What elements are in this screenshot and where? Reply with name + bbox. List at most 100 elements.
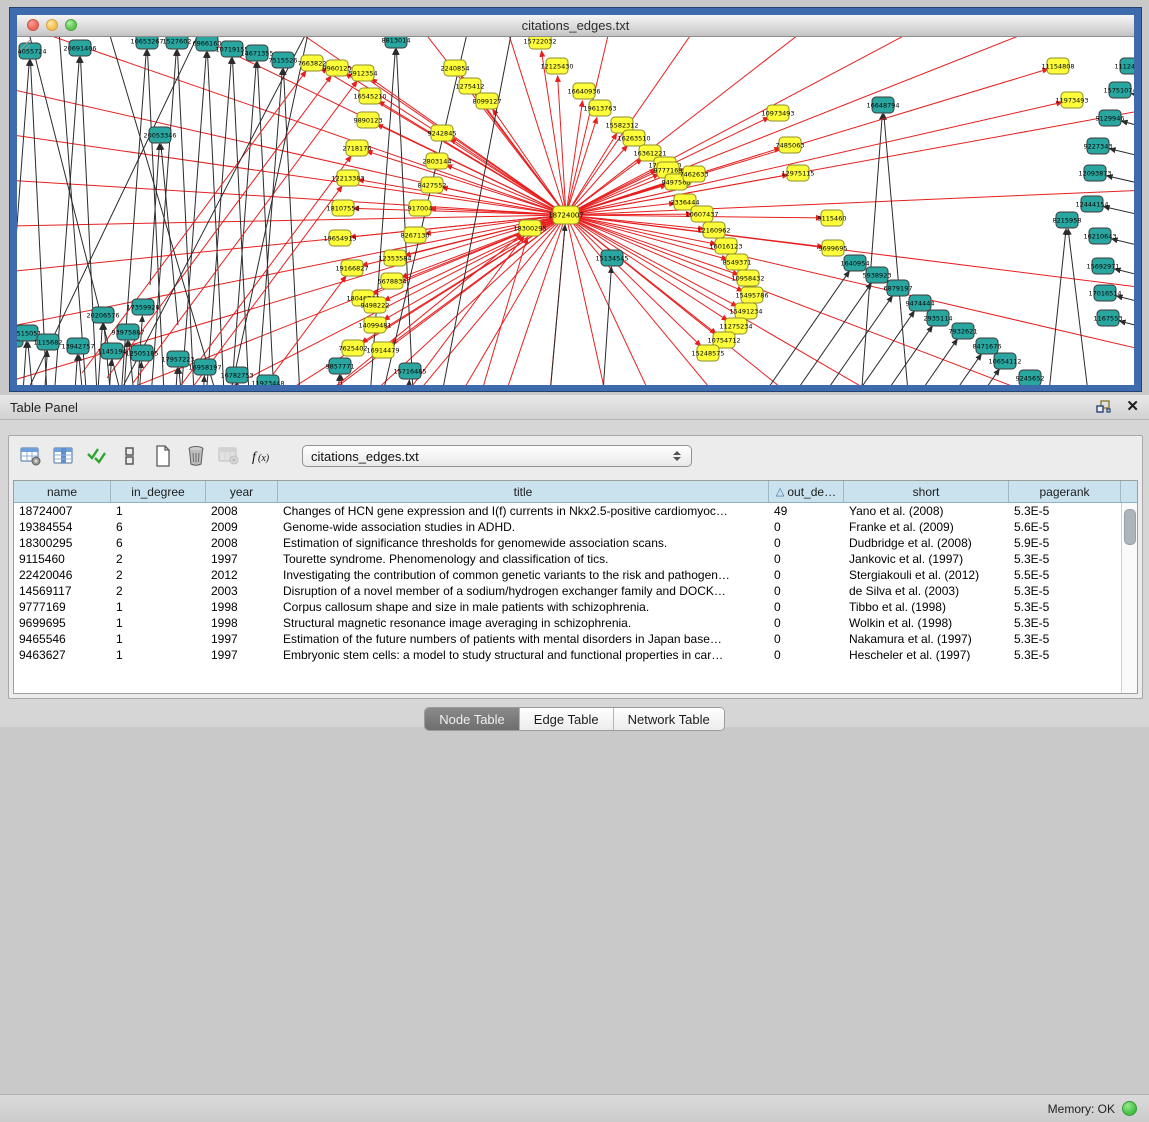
table-cell[interactable]: 2 xyxy=(111,567,206,583)
network-node[interactable]: 11923448 xyxy=(251,375,284,385)
network-node[interactable]: 917004 xyxy=(408,200,433,216)
table-cell[interactable]: Disruption of a novel member of a sodium… xyxy=(278,583,769,599)
table-cell[interactable]: Embryonic stem cells: a model to study s… xyxy=(278,647,769,663)
network-node[interactable]: 7515526 xyxy=(269,52,298,68)
network-node[interactable]: 10653267 xyxy=(130,37,163,49)
network-node[interactable]: 5678834 xyxy=(378,273,407,289)
table-cell[interactable]: 18300295 xyxy=(14,535,111,551)
minimize-traffic-light-icon[interactable] xyxy=(46,19,58,31)
table-cell[interactable]: 2012 xyxy=(206,567,278,583)
table-cell[interactable]: 2 xyxy=(111,551,206,567)
table-cell[interactable]: 5.3E-5 xyxy=(1009,583,1121,599)
table-cell[interactable]: 0 xyxy=(769,599,844,615)
table-cell[interactable]: 5.3E-5 xyxy=(1009,551,1121,567)
network-node[interactable]: 7932621 xyxy=(949,323,978,339)
table-cell[interactable]: 5.3E-5 xyxy=(1009,615,1121,631)
table-row[interactable]: 2242004622012Investigating the contribut… xyxy=(14,567,1137,583)
network-node[interactable]: 1145194 xyxy=(98,343,127,359)
table-cell[interactable]: 0 xyxy=(769,519,844,535)
table-cell[interactable]: 2 xyxy=(111,583,206,599)
table-cell[interactable]: Hescheler et al. (1997) xyxy=(844,647,1009,663)
table-cell[interactable]: 0 xyxy=(769,647,844,663)
network-node[interactable]: 1275412 xyxy=(456,78,485,94)
table-cell[interactable]: Tibbo et al. (1998) xyxy=(844,599,1009,615)
table-cell[interactable]: 2008 xyxy=(206,535,278,551)
table-cell[interactable]: 0 xyxy=(769,551,844,567)
network-node[interactable]: 10958432 xyxy=(731,270,764,286)
network-node[interactable]: 13942757 xyxy=(61,338,94,354)
network-node[interactable]: 8549371 xyxy=(723,254,752,270)
table-cell[interactable]: 9777169 xyxy=(14,599,111,615)
table-cell[interactable]: de Silva et al. (2003) xyxy=(844,583,1009,599)
network-node[interactable]: 8099127 xyxy=(473,93,502,109)
table-cell[interactable]: Yano et al. (2008) xyxy=(844,503,1009,519)
table-cell[interactable]: 0 xyxy=(769,567,844,583)
network-node[interactable]: 2718176 xyxy=(343,140,372,156)
network-node[interactable]: 16210643 xyxy=(1083,228,1116,244)
network-node[interactable]: 9245652 xyxy=(1016,370,1045,385)
delete-table-icon[interactable] xyxy=(217,444,241,468)
table-cell[interactable]: 19384554 xyxy=(14,519,111,535)
column-header-year[interactable]: year xyxy=(206,481,278,502)
table-cell[interactable]: 1997 xyxy=(206,551,278,567)
table-cell[interactable]: 22420046 xyxy=(14,567,111,583)
table-row[interactable]: 969969511998Structural magnetic resonanc… xyxy=(14,615,1137,631)
table-cell[interactable]: Changes of HCN gene expression and I(f) … xyxy=(278,503,769,519)
table-cell[interactable]: 2009 xyxy=(206,519,278,535)
network-node[interactable]: 2803144 xyxy=(423,153,452,169)
table-cell[interactable]: 1 xyxy=(111,503,206,519)
network-node[interactable]: 8267130 xyxy=(401,227,430,243)
network-node[interactable]: 12975115 xyxy=(781,165,814,181)
zoom-traffic-light-icon[interactable] xyxy=(65,19,77,31)
table-cell[interactable]: Dudbridge et al. (2008) xyxy=(844,535,1009,551)
table-cell[interactable]: Structural magnetic resonance image aver… xyxy=(278,615,769,631)
table-cell[interactable]: Corpus callosum shape and size in male p… xyxy=(278,599,769,615)
network-node[interactable]: 11154808 xyxy=(1041,58,1074,74)
column-header-pagerank[interactable]: pagerank xyxy=(1009,481,1121,502)
network-node[interactable]: 7485063 xyxy=(776,137,805,153)
table-panel-titlebar[interactable]: Table Panel ✕ xyxy=(0,395,1149,420)
table-cell[interactable]: 9463627 xyxy=(14,647,111,663)
table-row[interactable]: 946362711997Embryonic stem cells: a mode… xyxy=(14,647,1137,663)
network-node[interactable]: 20206576 xyxy=(86,307,119,323)
table-cell[interactable]: 1 xyxy=(111,647,206,663)
table-select-dropdown[interactable]: citations_edges.txt xyxy=(302,445,692,467)
select-rows-icon[interactable] xyxy=(85,444,109,468)
table-cell[interactable]: Jankovic et al. (1997) xyxy=(844,551,1009,567)
table-row[interactable]: 911546021997Tourette syndrome. Phenomeno… xyxy=(14,551,1137,567)
table-cell[interactable]: Genome-wide association studies in ADHD. xyxy=(278,519,769,535)
network-node[interactable]: 11124533 xyxy=(1114,58,1134,74)
network-node[interactable]: 19166827 xyxy=(335,260,368,276)
table-cell[interactable]: 1997 xyxy=(206,647,278,663)
network-node[interactable]: 7462633 xyxy=(680,166,709,182)
table-cell[interactable]: Nakamura et al. (1997) xyxy=(844,631,1009,647)
network-node[interactable]: 9115460 xyxy=(818,210,847,226)
table-cell[interactable]: 9465546 xyxy=(14,631,111,647)
table-cell[interactable]: 1998 xyxy=(206,599,278,615)
network-node[interactable]: 9129946 xyxy=(1096,110,1125,126)
table-cell[interactable]: 0 xyxy=(769,615,844,631)
network-node[interactable]: 18724007 xyxy=(548,206,584,224)
table-cell[interactable]: 0 xyxy=(769,583,844,599)
network-node[interactable]: 12093873 xyxy=(1078,165,1111,181)
table-cell[interactable]: 1997 xyxy=(206,631,278,647)
row-height-icon[interactable] xyxy=(118,444,142,468)
table-cell[interactable]: Estimation of significance thresholds fo… xyxy=(278,535,769,551)
close-traffic-light-icon[interactable] xyxy=(27,19,39,31)
network-node[interactable]: 7625402 xyxy=(339,340,368,356)
table-cell[interactable]: 5.3E-5 xyxy=(1009,647,1121,663)
network-node[interactable]: 9960125 xyxy=(323,60,352,76)
network-node[interactable]: 8813014 xyxy=(382,37,411,48)
network-node[interactable]: 2935114 xyxy=(924,310,953,326)
table-cell[interactable]: 0 xyxy=(769,631,844,647)
table-cell[interactable]: Tourette syndrome. Phenomenology and cla… xyxy=(278,551,769,567)
table-cell[interactable]: 18724007 xyxy=(14,503,111,519)
table-cell[interactable]: 14569117 xyxy=(14,583,111,599)
network-node[interactable]: 17359928 xyxy=(126,299,159,315)
table-cell[interactable]: 5.6E-5 xyxy=(1009,519,1121,535)
table-cell[interactable]: 6 xyxy=(111,519,206,535)
network-node[interactable]: 12444154 xyxy=(1075,196,1108,212)
table-cell[interactable]: Franke et al. (2009) xyxy=(844,519,1009,535)
new-column-icon[interactable] xyxy=(151,444,175,468)
network-node[interactable]: 18107554 xyxy=(326,200,359,216)
